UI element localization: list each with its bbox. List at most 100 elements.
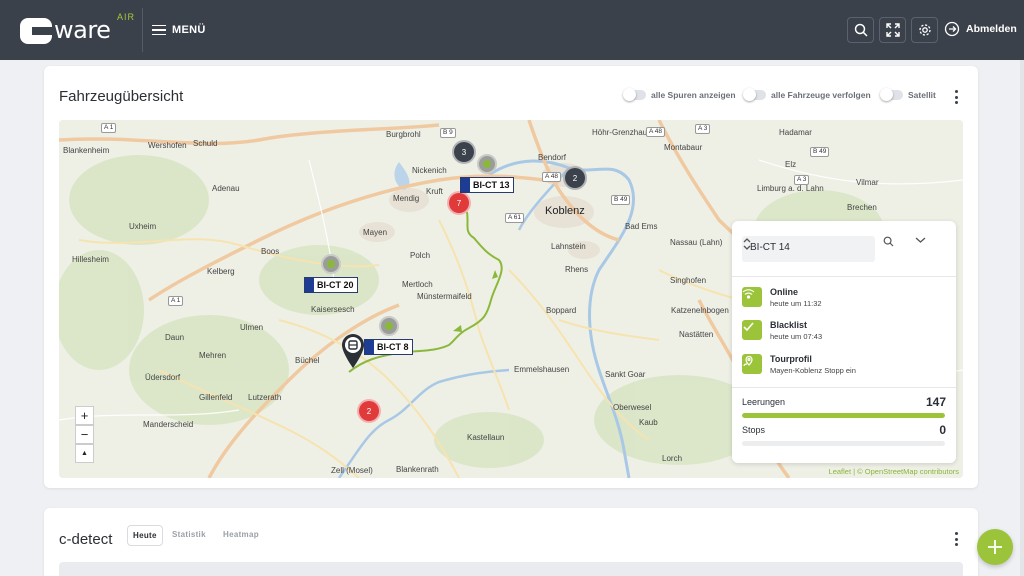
cware-air-logo[interactable]: ware AIR [20,12,138,48]
c-logo-mark [20,18,52,44]
map-place-label: Brechen [847,203,877,212]
road-shield: B 49 [611,195,631,205]
map-place-label: Kelberg [207,267,235,276]
plus-icon [988,540,1002,554]
tab-heute[interactable]: Heute [127,525,163,546]
vehicle-select[interactable]: BI-CT 14 [742,236,875,262]
map-place-label: Boos [261,247,280,256]
map-place-label: Üdersdorf [145,373,181,382]
map-place-label: Gillenfeld [199,393,233,402]
map-place-label: Koblenz [545,205,585,217]
map-attribution[interactable]: Leaflet | © OpenStreetMap contributors [829,467,959,476]
selected-vehicle-pin-icon[interactable] [341,333,365,369]
cluster-count: 3 [461,147,467,157]
map-place-label: Emmelshausen [514,365,570,374]
license-plate-label[interactable]: BI-CT 20 [304,277,358,293]
license-plate-label[interactable]: BI-CT 8 [364,339,413,355]
map-place-label: Nassau (Lahn) [670,238,723,247]
page-scrollbar[interactable] [1020,60,1024,576]
road-shield: B 49 [810,147,830,157]
compass-icon: ▲ [81,450,88,457]
vehicle-cluster-marker[interactable]: 2 [563,166,587,190]
panel-divider [732,387,956,388]
map-place-label: Polch [410,251,431,260]
metric-value-stops: 0 [939,423,946,437]
road-shield: A 1 [101,123,117,133]
toggle-label: alle Fahrzeuge verfolgen [771,90,871,100]
fullscreen-button[interactable] [879,17,906,43]
collapse-panel-button[interactable] [915,236,941,262]
c-detect-title: c-detect [59,531,113,548]
zoom-in-icon: + [80,408,89,423]
license-plate-label[interactable]: BI-CT 13 [460,177,514,193]
vehicle-select-value: BI-CT 14 [750,242,790,253]
vehicle-marker[interactable] [321,254,341,274]
tab-heatmap[interactable]: Heatmap [223,530,259,539]
map-place-label: Zell (Mosel) [331,466,373,475]
map-place-label: Sankt Goar [605,370,646,379]
map-place-label: Uxheim [129,222,157,231]
cluster-count: 7 [456,198,462,208]
vehicle-marker[interactable] [379,316,399,336]
road-shield: A 1 [168,296,184,306]
menu-button[interactable]: MENÜ [152,20,206,40]
map-place-label: Adenau [212,184,240,193]
vehicle-cluster-marker[interactable]: 3 [452,140,476,164]
tab-statistik[interactable]: Statistik [172,530,206,539]
map-place-label: Boppard [546,306,577,315]
vehicle-cluster-marker[interactable]: 7 [447,191,471,215]
add-button[interactable] [977,529,1013,565]
progress-fill [742,413,945,418]
metric-value-emptyings: 147 [925,395,946,409]
vehicle-marker[interactable] [477,154,497,174]
map-place-label: Montabaur [664,143,703,152]
map-place-label: Elz [785,160,797,169]
map-place-label: Katzenelnbogen [671,306,729,315]
toggle-show-all-tracks[interactable]: alle Spuren anzeigen [623,88,736,101]
zoom-out-icon: − [80,427,89,442]
c-detect-map[interactable] [59,562,963,576]
logo-text: ware [54,16,111,44]
vehicle-search-button[interactable] [883,236,909,262]
map-place-label: Lorch [662,454,683,463]
search-icon [883,236,894,247]
plate-text: BI-CT 13 [473,180,510,190]
road-shield: A 48 [542,172,562,182]
toggle-follow-all-vehicles[interactable]: alle Fahrzeuge verfolgen [743,88,871,101]
road-shield: A 61 [505,213,525,223]
road-shield: A 3 [794,175,810,185]
map-place-label: Kruft [426,187,443,196]
map-place-label: Blankenrath [396,465,439,474]
metric-label-emptyings: Leerungen [742,397,786,407]
zoom-in-button[interactable]: + [75,406,94,425]
vehicle-map[interactable]: Burgbrohl Höhr-Grenzhausen Hadamar Blank… [59,120,963,478]
zoom-out-button[interactable]: − [75,425,94,444]
c-detect-more-menu-icon[interactable] [953,532,959,546]
map-place-label: Hillesheim [72,255,109,264]
c-detect-card: c-detect Heute Statistik Heatmap [44,508,978,576]
logout-button[interactable]: Abmelden [944,21,1017,37]
map-place-label: Limburg a. d. Lahn [757,184,824,193]
search-button[interactable] [847,17,874,43]
status-subtitle: heute um 07:43 [770,332,823,341]
logout-label: Abmelden [966,23,1017,35]
overview-more-menu-icon[interactable] [953,90,959,104]
vehicle-cluster-marker[interactable]: 2 [357,399,381,423]
top-navigation-bar: ware AIR MENÜ Abmelden [0,0,1024,60]
toggle-switch[interactable] [880,88,903,101]
toggle-satellite[interactable]: Satellit [880,88,936,101]
map-place-label: Singhofen [670,276,707,285]
status-blacklist: Blacklist heute um 07:43 [742,320,942,342]
expand-icon [885,23,900,37]
map-place-label: Burgbrohl [386,130,421,139]
toggle-switch[interactable] [743,88,766,101]
map-place-label: Lutzerath [248,393,282,402]
settings-button[interactable] [911,17,938,43]
toggle-switch[interactable] [623,88,646,101]
status-title: Blacklist [770,320,808,330]
map-place-label: Nastätten [679,330,714,339]
map-place-label: Oberwesel [613,403,652,412]
map-place-label: Schuld [193,139,218,148]
reset-bearing-button[interactable]: ▲ [75,444,94,463]
map-place-label: Blankenheim [63,146,110,155]
